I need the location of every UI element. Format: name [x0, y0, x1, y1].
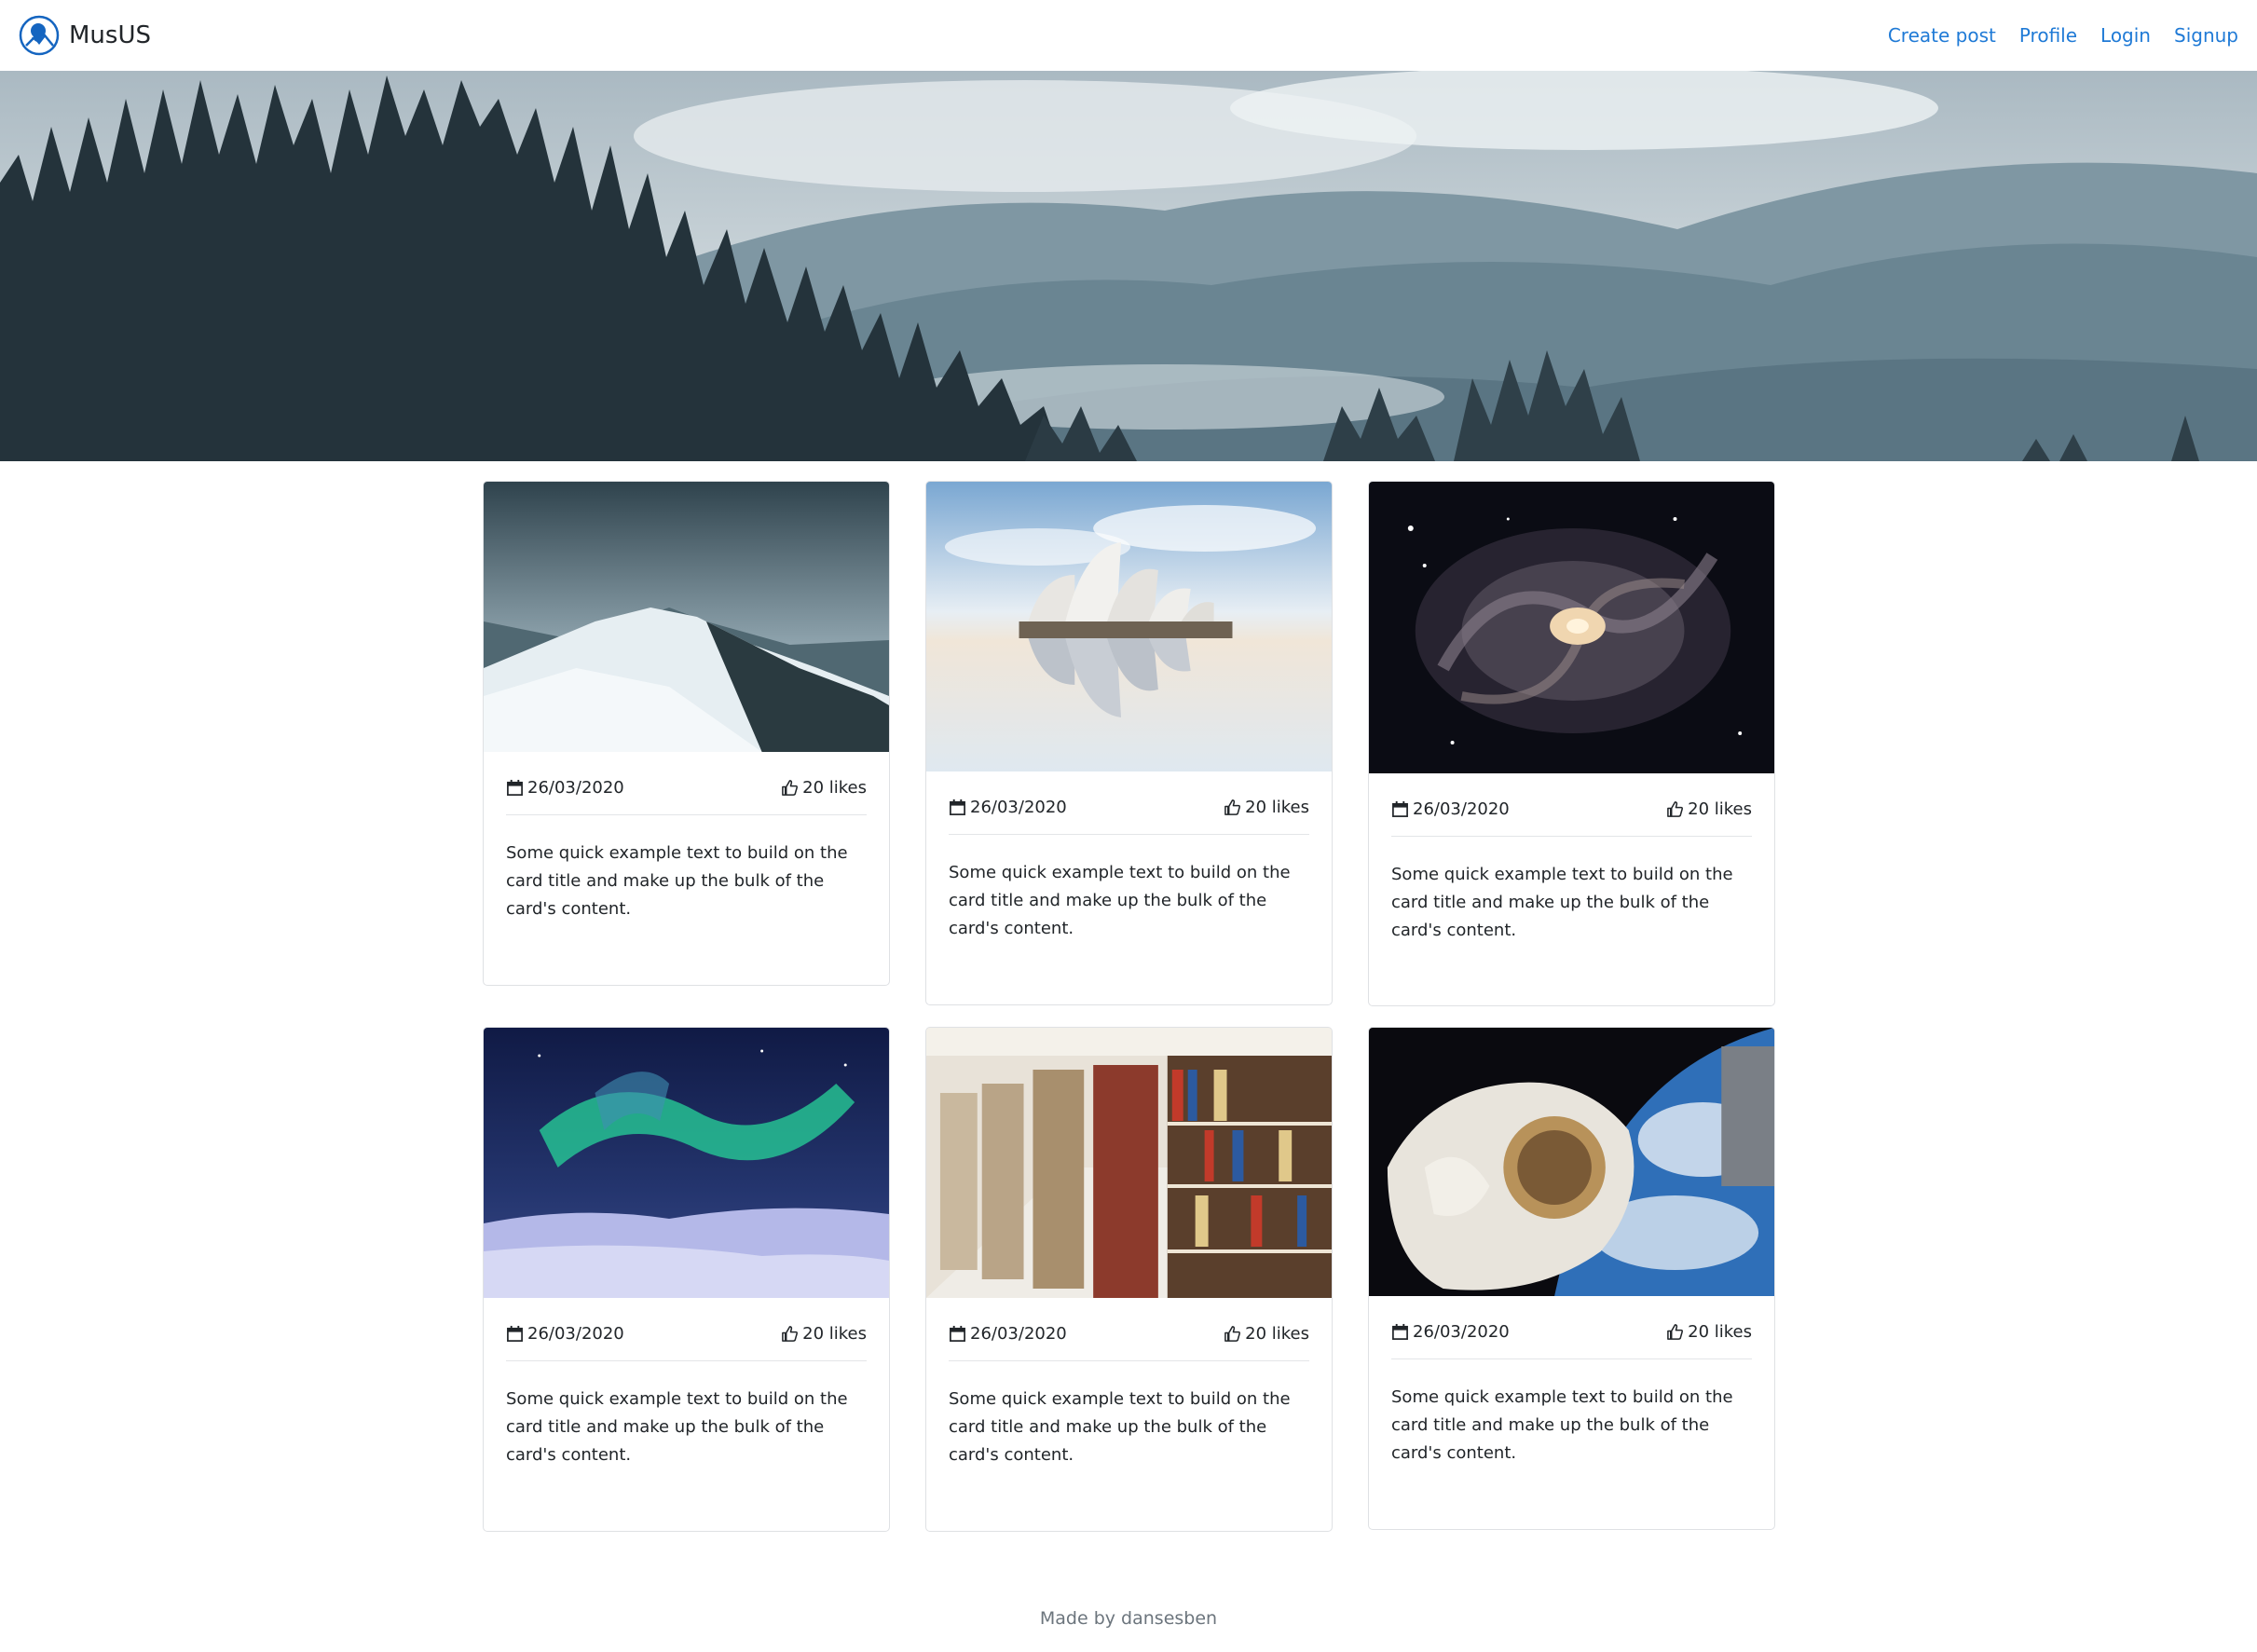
nav-create-post-link[interactable]: Create post: [1888, 24, 1996, 47]
thumbs-up-icon: [782, 1326, 799, 1342]
footer-credit: Made by dansesben: [1039, 1608, 1218, 1629]
card-text: Some quick example text to build on the …: [1391, 1387, 1733, 1463]
calendar-icon: [950, 799, 965, 815]
calendar-icon: [950, 1325, 965, 1342]
thumbs-up-icon: [782, 780, 799, 796]
card-likes-text: 20 likes: [1688, 799, 1752, 819]
card-likes-text: 20 likes: [1245, 798, 1309, 817]
card-text: Some quick example text to build on the …: [949, 863, 1291, 938]
card-likes-text: 20 likes: [802, 1324, 867, 1344]
footer: Made by dansesben: [0, 1608, 2257, 1629]
card-likes[interactable]: 20 likes: [781, 1324, 867, 1344]
card-image-sydney-opera-house: [926, 482, 1332, 771]
nav-signup-link[interactable]: Signup: [2174, 24, 2238, 47]
card-meta: 26/03/2020 20 likes: [506, 1298, 867, 1361]
card-text: Some quick example text to build on the …: [1391, 865, 1733, 940]
card-date-text: 26/03/2020: [1413, 1322, 1510, 1342]
card-likes[interactable]: 20 likes: [1666, 1322, 1752, 1342]
calendar-icon: [507, 779, 523, 796]
card-meta: 26/03/2020 20 likes: [506, 752, 867, 815]
card-meta: 26/03/2020 20 likes: [949, 1298, 1309, 1361]
card-body: 26/03/2020 20 likes Some quick example t…: [1369, 1296, 1774, 1490]
card-date: 26/03/2020: [949, 798, 1067, 817]
card-date-text: 26/03/2020: [970, 1324, 1067, 1344]
card-date-text: 26/03/2020: [970, 798, 1067, 817]
thumbs-up-icon: [1224, 1326, 1241, 1342]
card-likes-text: 20 likes: [1245, 1324, 1309, 1344]
card-date-text: 26/03/2020: [527, 778, 624, 798]
card-date: 26/03/2020: [949, 1324, 1067, 1344]
card-body: 26/03/2020 20 likes Some quick example t…: [484, 1298, 889, 1492]
card-body: 26/03/2020 20 likes Some quick example t…: [926, 1298, 1332, 1492]
calendar-icon: [507, 1325, 523, 1342]
card-image-spiral-galaxy: [1369, 482, 1774, 773]
card-date-text: 26/03/2020: [527, 1324, 624, 1344]
card-text: Some quick example text to build on the …: [506, 843, 848, 919]
card-text: Some quick example text to build on the …: [949, 1389, 1291, 1465]
thumbs-up-icon: [1224, 799, 1241, 815]
card-date: 26/03/2020: [1391, 1322, 1510, 1342]
post-card[interactable]: 26/03/2020 20 likes Some quick example t…: [1368, 481, 1775, 1006]
card-likes-text: 20 likes: [802, 778, 867, 798]
brand-link[interactable]: MusUS: [19, 15, 151, 56]
card-image-astronaut-space: [1369, 1028, 1774, 1296]
card-date: 26/03/2020: [506, 1324, 624, 1344]
card-likes[interactable]: 20 likes: [781, 778, 867, 798]
nav-profile-link[interactable]: Profile: [2019, 24, 2077, 47]
post-card[interactable]: 26/03/2020 20 likes Some quick example t…: [483, 481, 890, 986]
nav-links: Create post Profile Login Signup: [1888, 24, 2238, 47]
card-meta: 26/03/2020 20 likes: [1391, 773, 1752, 837]
card-body: 26/03/2020 20 likes Some quick example t…: [1369, 773, 1774, 967]
card-date-text: 26/03/2020: [1413, 799, 1510, 819]
card-image-northern-lights: [484, 1028, 889, 1298]
card-likes-text: 20 likes: [1688, 1322, 1752, 1342]
calendar-icon: [1392, 1323, 1408, 1340]
card-body: 26/03/2020 20 likes Some quick example t…: [484, 752, 889, 946]
card-likes[interactable]: 20 likes: [1224, 1324, 1309, 1344]
post-card[interactable]: 26/03/2020 20 likes Some quick example t…: [483, 1027, 890, 1532]
card-likes[interactable]: 20 likes: [1224, 798, 1309, 817]
brand-name: MusUS: [69, 21, 151, 49]
card-likes[interactable]: 20 likes: [1666, 799, 1752, 819]
card-image-snowy-mountain: [484, 482, 889, 752]
post-card[interactable]: 26/03/2020 20 likes Some quick example t…: [1368, 1027, 1775, 1530]
hero-forest-image: [0, 71, 2257, 461]
thumbs-up-icon: [1667, 1324, 1684, 1340]
card-date: 26/03/2020: [1391, 799, 1510, 819]
thumbs-up-icon: [1667, 801, 1684, 817]
hero-banner: [0, 71, 2257, 461]
navbar: MusUS Create post Profile Login Signup: [0, 0, 2257, 71]
post-card[interactable]: 26/03/2020 20 likes Some quick example t…: [925, 481, 1333, 1005]
card-text: Some quick example text to build on the …: [506, 1389, 848, 1465]
nav-login-link[interactable]: Login: [2100, 24, 2151, 47]
brand-logo-icon: [19, 15, 60, 56]
card-body: 26/03/2020 20 likes Some quick example t…: [926, 771, 1332, 965]
card-image-library-bookshelves: [926, 1028, 1332, 1298]
card-meta: 26/03/2020 20 likes: [1391, 1296, 1752, 1359]
calendar-icon: [1392, 800, 1408, 817]
post-card[interactable]: 26/03/2020 20 likes Some quick example t…: [925, 1027, 1333, 1532]
card-meta: 26/03/2020 20 likes: [949, 771, 1309, 835]
card-date: 26/03/2020: [506, 778, 624, 798]
